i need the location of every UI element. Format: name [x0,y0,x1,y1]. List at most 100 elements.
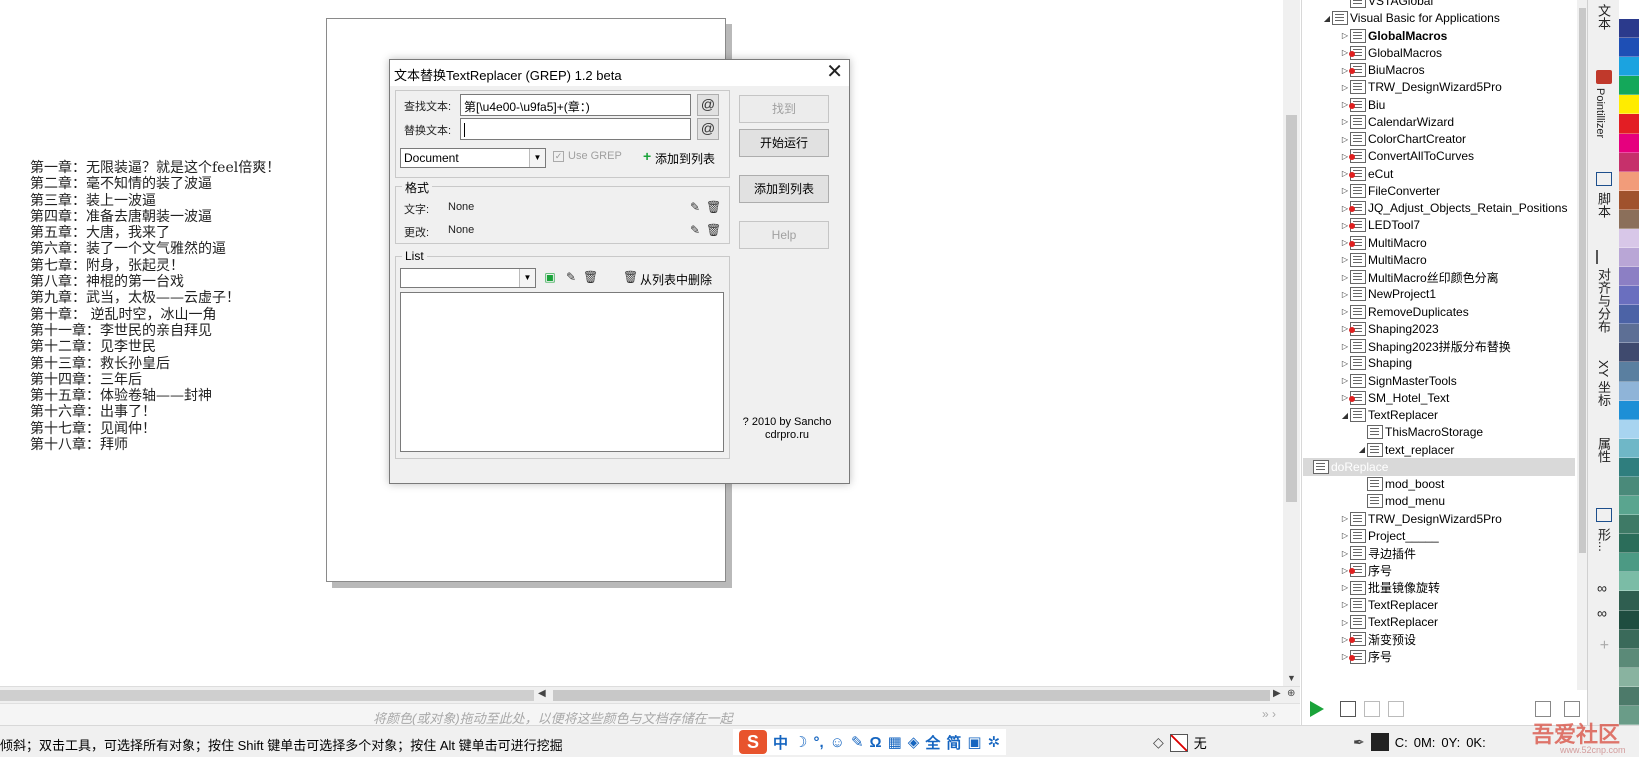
tree-item[interactable]: ▷ SM_Hotel_Text [1340,389,1449,407]
tree-item[interactable]: ▷ MultiMacro [1340,251,1427,269]
delete-list-icon[interactable]: 🗑 [583,270,598,284]
ime-item[interactable]: ✎ [851,733,864,751]
tree-item[interactable]: ▷ NewProject1 [1340,285,1436,303]
vertical-scroll-thumb[interactable] [1286,115,1297,502]
palette-swatch[interactable] [1619,686,1639,706]
find-button[interactable]: 找到 [739,95,829,123]
tree-item[interactable]: ▷ Shaping [1340,354,1412,372]
palette-swatch[interactable] [1619,133,1639,153]
ime-toolbar[interactable]: S 中 ☽ °, ☺ ✎ Ω ▦ ◈ 全简 ▣ ✲ [733,729,1007,755]
format-text-edit-icon[interactable]: ✎ [688,200,702,214]
tree-item[interactable]: ◢ Visual Basic for Applications [1322,9,1500,27]
outline-indicator[interactable]: ✒ C: 0M: 0Y: 0K: [1353,733,1486,751]
horizontal-scrollbar[interactable]: ◀ ▶ ⊕ [0,686,1300,703]
ime-item[interactable]: 中 [773,732,788,753]
palette-swatch[interactable] [1619,38,1639,58]
tree-item[interactable]: ▷ 序号 [1340,648,1392,666]
chevron-down-icon[interactable]: ▼ [529,149,545,167]
palette-swatch[interactable] [1619,553,1639,573]
palette-swatch[interactable] [1619,476,1639,497]
document-palette-bar[interactable]: 将颜色(或对象)拖动至此处，以便将这些颜色与文档存储在一起 » › [0,703,1300,726]
palette-swatch[interactable] [1619,400,1639,420]
ime-item[interactable]: Ω [870,734,882,751]
palette-swatch[interactable] [1619,534,1639,554]
tab-more[interactable]: 形... [1594,528,1613,552]
tree-item[interactable]: ▷ FileConverter [1340,182,1440,200]
expand-toggle-icon[interactable]: ▷ [1340,273,1350,282]
help-button[interactable]: Help [739,221,829,249]
tree-item[interactable]: ▷ ColorChartCreator [1340,130,1466,148]
new-list-icon[interactable]: ▣ [543,270,557,284]
tree-item[interactable]: ▷ GlobalMacros [1340,27,1447,45]
ime-item[interactable]: 全 [925,732,940,753]
script-icon[interactable] [1596,172,1612,186]
shape-icon[interactable] [1596,508,1612,522]
expand-toggle-icon[interactable]: ▷ [1340,135,1350,144]
tree-item[interactable]: ▷ Biu [1340,96,1385,114]
tab-script[interactable]: 脚本 [1594,192,1613,218]
edit-list-icon[interactable]: ✎ [564,270,578,284]
sogou-logo-icon[interactable]: S [739,730,767,754]
list-box[interactable] [400,292,724,452]
expand-toggle-icon[interactable]: ▷ [1340,549,1350,558]
story-text[interactable]: 第一章：无限装逼？就是这个feel倍爽！ 第二章：毫不知情的装了波逼 第三章：装上一… [30,160,280,453]
expand-toggle-icon[interactable]: ▷ [1340,31,1350,40]
align-icon[interactable] [1596,250,1612,264]
palette-swatch[interactable] [1619,343,1639,363]
vertical-scrollbar[interactable]: ▼ [1283,0,1300,688]
binoculars-icon[interactable]: ∞ [1594,605,1610,621]
pointillizer-icon[interactable] [1596,70,1612,84]
expand-toggle-icon[interactable]: ▷ [1340,342,1350,351]
tree-item[interactable]: ▷ TRW_DesignWizard5Pro [1340,510,1502,528]
page-tab-strip[interactable] [0,690,534,701]
palette-swatch[interactable] [1619,515,1639,535]
tab-coords[interactable]: XY 坐标 [1594,360,1613,407]
palette-swatch[interactable] [1619,57,1639,77]
tree-item[interactable]: ▷ GlobalMacros [1340,44,1442,62]
project-tree[interactable]: VSTAGlobal ◢ Visual Basic for Applications… [1302,0,1578,690]
use-grep-checkbox[interactable]: ✓ [553,151,564,162]
tree-item[interactable]: ▷ TextReplacer [1340,596,1438,614]
palette-swatch[interactable] [1619,591,1639,611]
palette-swatch[interactable] [1619,705,1639,725]
ime-item[interactable]: °, [813,734,823,751]
palette-swatch[interactable] [1619,95,1639,115]
palette-swatch[interactable] [1619,572,1639,592]
tree-item[interactable]: ▷ SignMasterTools [1340,372,1457,390]
add-to-list-link[interactable]: 添加到列表 [655,150,715,167]
ime-item[interactable]: ▣ [967,733,981,751]
tree-item[interactable]: ▷ JQ_Adjust_Objects_Retain_Positions [1340,199,1567,217]
tree-item[interactable]: ▷ MultiMacro [1340,234,1427,252]
expand-toggle-icon[interactable]: ◢ [1322,14,1332,23]
expand-toggle-icon[interactable]: ▷ [1340,583,1350,592]
glasses-icon[interactable]: ∞ [1594,580,1610,596]
palette-swatch[interactable] [1619,0,1639,20]
ime-item[interactable]: ☽ [794,733,807,751]
tree-item[interactable]: ▷ TextReplacer [1340,613,1438,631]
palette-swatch[interactable] [1619,171,1639,191]
close-icon[interactable]: ✕ [826,61,843,83]
tree-scroll-thumb[interactable] [1579,8,1586,553]
palette-swatch[interactable] [1619,209,1639,229]
tree-item[interactable]: ▷ TRW_DesignWizard5Pro [1340,78,1502,96]
palette-swatch[interactable] [1619,228,1639,249]
expand-toggle-icon[interactable]: ▷ [1340,600,1350,609]
ime-item[interactable]: 简 [946,732,961,753]
replace-special-button[interactable]: @ [697,118,719,140]
tree-item[interactable]: ▷ 批量镜像旋转 [1340,579,1440,597]
run-button[interactable]: 开始运行 [739,129,829,157]
remove-item-icon[interactable]: 🗑 [623,270,638,284]
scroll-left-arrow-icon[interactable]: ◀ [538,688,546,699]
tree-item[interactable]: ▷ Shaping2023拼版分布替换 [1340,337,1511,355]
tree-item[interactable]: mod_menu [1357,492,1445,510]
find-special-button[interactable]: @ [697,94,719,116]
ime-item[interactable]: ◈ [908,733,920,751]
zoom-icon[interactable]: ⊕ [1287,688,1295,699]
remove-from-list-link[interactable]: 从列表中删除 [640,271,712,288]
scroll-right-arrow-icon[interactable]: ▶ [1273,688,1281,699]
palette-swatch[interactable] [1619,419,1639,439]
scope-select[interactable]: Document ▼ [400,148,546,168]
tab-pointillizer[interactable]: Pointillizer [1594,88,1606,138]
expand-toggle-icon[interactable]: ▷ [1340,255,1350,264]
dialog-titlebar[interactable]: 文本替换TextReplacer (GREP) 1.2 beta ✕ [390,60,849,86]
